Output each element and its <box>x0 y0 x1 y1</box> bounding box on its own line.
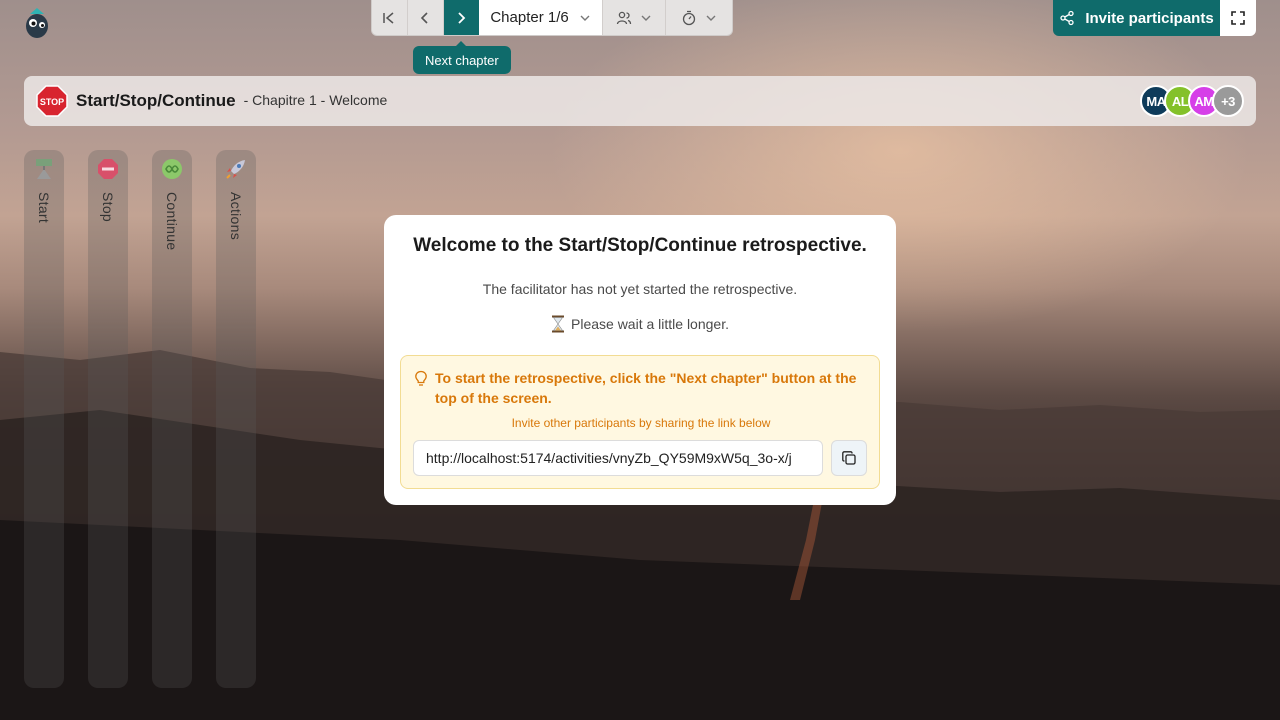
share-hint-text: Invite other participants by sharing the… <box>511 416 771 430</box>
chevron-right-icon <box>458 11 466 24</box>
column-continue[interactable]: Continue <box>152 150 192 688</box>
stop-sign-icon: STOP <box>36 85 68 117</box>
dialog-text: The facilitator has not yet started the … <box>482 281 798 297</box>
more-participants-badge[interactable]: +3 <box>1212 85 1244 117</box>
continue-icon <box>162 159 182 179</box>
chapter-toolbar: Chapter 1/6 <box>371 0 733 36</box>
rocket-icon <box>226 160 245 179</box>
fullscreen-button[interactable] <box>1220 0 1256 36</box>
stop-badge-text: STOP <box>40 97 64 107</box>
welcome-dialog: Welcome to the Start/Stop/Continue retro… <box>384 215 896 505</box>
invite-label: Invite participants <box>1085 9 1214 27</box>
column-label: Stop <box>100 192 116 222</box>
first-chapter-icon <box>383 11 394 24</box>
chapter-select[interactable]: Chapter 1/6 <box>479 0 603 35</box>
column-start[interactable]: Start <box>24 150 64 688</box>
previous-chapter-button[interactable] <box>408 0 444 35</box>
chapter-label: Chapter 1/6 <box>490 9 569 26</box>
app-logo[interactable] <box>22 6 52 40</box>
column-label: Start <box>36 192 52 224</box>
chapter-subtitle: - Chapitre 1 - Welcome <box>243 91 388 108</box>
fullscreen-icon <box>1231 11 1245 25</box>
lightbulb-icon <box>415 370 427 386</box>
start-sign-icon <box>36 159 52 179</box>
invite-link-field[interactable] <box>413 440 823 476</box>
copy-icon <box>842 451 856 465</box>
start-hint-box: To start the retrospective, click the "N… <box>400 355 880 489</box>
timer-menu-button[interactable] <box>666 0 732 35</box>
participant-avatars[interactable]: MA AL AM +3 <box>1140 85 1244 117</box>
chevron-down-icon <box>641 15 651 21</box>
participants-menu-button[interactable] <box>603 0 667 35</box>
column-actions[interactable]: Actions <box>216 150 256 688</box>
column-label: Actions <box>228 192 244 241</box>
next-chapter-button[interactable] <box>443 0 480 35</box>
wait-message: Please wait a little longer. <box>384 315 896 333</box>
next-chapter-tooltip: Next chapter <box>413 41 511 74</box>
chevron-down-icon <box>706 15 716 21</box>
timer-icon <box>683 10 696 25</box>
copy-link-button[interactable] <box>831 440 867 476</box>
wait-text: Please wait a little longer. <box>571 316 729 332</box>
start-hint-text: To start the retrospective, click the "N… <box>435 370 857 406</box>
hourglass-icon <box>552 315 564 333</box>
users-icon <box>616 11 632 24</box>
dialog-title: Welcome to the Start/Stop/Continue retro… <box>413 235 867 256</box>
share-icon <box>1060 10 1074 26</box>
first-chapter-button[interactable] <box>372 0 408 35</box>
chevron-down-icon <box>580 15 590 21</box>
page-title: Start/Stop/Continue <box>76 91 236 110</box>
activity-header: STOP Start/Stop/Continue - Chapitre 1 - … <box>24 76 1256 126</box>
invite-participants-button[interactable]: Invite participants <box>1053 0 1220 36</box>
column-label: Continue <box>164 192 180 251</box>
column-stop[interactable]: Stop <box>88 150 128 688</box>
chevron-left-icon <box>421 11 428 24</box>
stop-sign-icon <box>98 159 118 179</box>
